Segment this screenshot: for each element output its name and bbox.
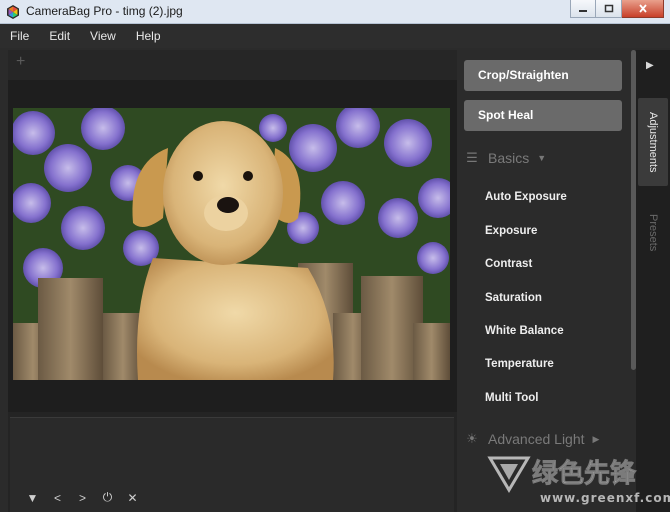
filmstrip-panel: ▼ < > ⏻ ✕ <box>10 417 454 512</box>
remove-icon[interactable]: ✕ <box>120 491 145 505</box>
photo-puppy[interactable] <box>13 108 450 380</box>
spot-heal-button[interactable]: Spot Heal <box>464 100 622 131</box>
basics-section-header[interactable]: ☰ Basics ▼ <box>464 150 546 166</box>
tab-adjustments[interactable]: Adjustments <box>638 98 668 186</box>
advanced-light-label: Advanced Light <box>488 431 585 447</box>
svg-text:绿色先锋: 绿色先锋 <box>532 458 637 489</box>
adjustment-auto-exposure[interactable]: Auto Exposure <box>485 191 567 203</box>
adjustment-exposure[interactable]: Exposure <box>485 225 537 237</box>
collapse-icon[interactable]: ▼ <box>20 491 45 505</box>
svg-text:www.greenxf.com: www.greenxf.com <box>540 491 670 505</box>
adjustment-saturation[interactable]: Saturation <box>485 292 542 304</box>
adjustment-white-balance[interactable]: White Balance <box>485 325 564 337</box>
close-button[interactable] <box>622 0 664 18</box>
tab-presets[interactable]: Presets <box>638 200 668 266</box>
app-icon <box>7 5 19 19</box>
side-tab-bar: ▶ Adjustments Presets <box>636 50 670 512</box>
editor-pane: + ▼ < > ⏻ ✕ <box>8 50 457 512</box>
adjustment-multi-tool[interactable]: Multi Tool <box>485 392 538 404</box>
close-icon <box>638 4 647 13</box>
editor-toolbar: + <box>8 50 457 80</box>
image-canvas <box>8 80 457 412</box>
menu-edit[interactable]: Edit <box>49 29 70 43</box>
sun-icon: ☀ <box>466 431 478 446</box>
chevron-right-icon: ▶ <box>592 433 600 444</box>
title-bar: CameraBag Pro - timg (2).jpg <box>0 0 670 24</box>
maximize-icon <box>604 4 613 13</box>
adjustments-panel: Crop/Straighten Spot Heal ☰ Basics ▼ Aut… <box>458 50 636 512</box>
crop-straighten-button[interactable]: Crop/Straighten <box>464 60 622 91</box>
menu-file[interactable]: File <box>10 29 29 43</box>
window-title: CameraBag Pro - timg (2).jpg <box>26 4 183 18</box>
menu-bar: File Edit View Help <box>0 24 670 48</box>
advanced-light-section-header[interactable]: ☀ Advanced Light ▶ <box>464 431 599 447</box>
sliders-icon: ☰ <box>466 150 478 165</box>
minimize-icon <box>579 9 587 12</box>
adjustment-contrast[interactable]: Contrast <box>485 258 532 270</box>
minimize-button[interactable] <box>570 0 596 18</box>
adjustment-temperature[interactable]: Temperature <box>485 358 554 370</box>
chevron-down-icon: ▼ <box>537 153 547 163</box>
previous-icon[interactable]: < <box>45 491 70 505</box>
menu-help[interactable]: Help <box>136 29 161 43</box>
next-icon[interactable]: > <box>70 491 95 505</box>
watermark-logo: 绿色先锋 www.greenxf.com <box>487 456 670 505</box>
menu-view[interactable]: View <box>90 29 116 43</box>
add-icon[interactable]: + <box>16 53 25 71</box>
power-icon[interactable]: ⏻ <box>95 490 120 505</box>
maximize-button[interactable] <box>596 0 622 18</box>
expand-panel-icon[interactable]: ▶ <box>646 60 654 71</box>
basics-label: Basics <box>488 150 530 166</box>
